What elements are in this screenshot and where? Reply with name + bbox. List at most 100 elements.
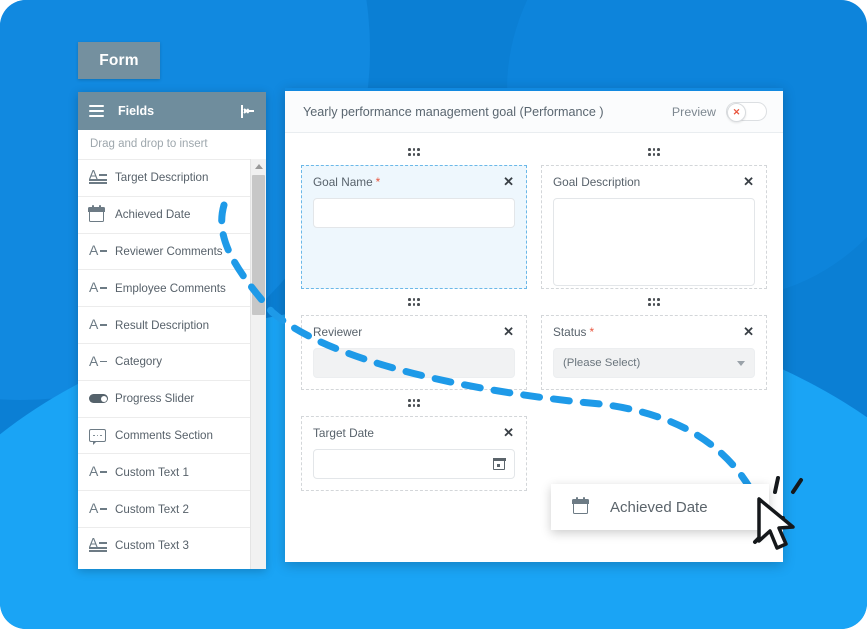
grid-dots-icon — [408, 399, 421, 407]
grid-dots-icon — [648, 298, 661, 306]
field-drag-handle[interactable] — [541, 289, 767, 315]
text-line-icon: A — [89, 280, 108, 295]
text-line-icon: A — [89, 464, 108, 479]
field-list-item[interactable]: A Custom Text 3 — [78, 526, 250, 564]
remove-field-button[interactable]: ✕ — [502, 175, 515, 188]
required-asterisk: * — [589, 325, 595, 339]
field-icon: A — [89, 464, 115, 479]
field-list-item[interactable]: A Category — [78, 342, 250, 380]
text-line-icon: A — [89, 243, 108, 258]
form-field-row: Target Date ✕ — [301, 416, 767, 491]
scroll-up-button[interactable] — [251, 159, 266, 174]
field-drag-handle[interactable] — [301, 289, 527, 315]
form-field-row: Reviewer ✕ Status * ✕ (Please Select) — [301, 315, 767, 390]
field-list-item[interactable]: A Result Description — [78, 306, 250, 343]
toggle-knob-close-icon: ✕ — [727, 102, 746, 122]
field-drag-handle[interactable] — [301, 139, 527, 165]
chevron-down-icon — [737, 360, 745, 366]
field-list-item[interactable]: A Reviewer Comments — [78, 232, 250, 270]
field-list-item[interactable]: A Custom Text 2 — [78, 490, 250, 527]
field-item-label: Result Description — [115, 318, 210, 332]
remove-field-button[interactable]: ✕ — [742, 175, 755, 188]
form-fields-area: Goal Name * ✕ Goal Description ✕ Reviewer ✕ Sta… — [285, 133, 783, 491]
field-icon — [89, 394, 115, 404]
drag-and-drop-hint: Drag and drop to insert — [78, 130, 266, 159]
hamburger-icon[interactable] — [89, 105, 104, 117]
field-item-label: Comments Section — [115, 428, 213, 442]
form-field[interactable]: Status * ✕ (Please Select) — [541, 315, 767, 390]
calendar-icon — [572, 497, 589, 514]
form-field-label: Target Date — [313, 426, 374, 440]
field-list-item[interactable]: A Target Description — [78, 159, 250, 196]
field-list-item[interactable]: Comments Section — [78, 416, 250, 454]
scrollbar-thumb[interactable] — [252, 175, 265, 315]
field-list-item[interactable]: A Custom Text 1 — [78, 453, 250, 491]
page-title: Yearly performance management goal (Perf… — [303, 104, 604, 119]
slider-icon — [89, 394, 108, 404]
form-card-header: Yearly performance management goal (Perf… — [285, 91, 783, 133]
field-item-label: Category — [115, 355, 163, 369]
fields-panel: Fields Drag and drop to insert A Target D… — [78, 92, 266, 569]
text-line-icon: A — [89, 354, 108, 369]
select-value: (Please Select) — [563, 357, 641, 369]
form-tab[interactable]: Form — [78, 42, 160, 79]
remove-field-button[interactable]: ✕ — [502, 426, 515, 439]
field-icon: A — [89, 280, 115, 295]
grid-dots-icon — [648, 148, 661, 156]
grid-dots-icon — [408, 148, 421, 156]
preview-toggle[interactable]: ✕ — [726, 102, 767, 122]
required-asterisk: * — [375, 175, 381, 189]
form-field[interactable]: Target Date ✕ — [301, 416, 527, 491]
field-item-label: Reviewer Comments — [115, 244, 223, 258]
grid-dots-icon — [408, 298, 421, 306]
fields-list-wrapper: A Target Description Achieved Date A Reviewe… — [78, 159, 266, 569]
date-input[interactable] — [313, 449, 515, 479]
form-field[interactable]: Goal Description ✕ — [541, 165, 767, 289]
collapse-left-icon[interactable] — [241, 104, 255, 118]
remove-field-button[interactable]: ✕ — [502, 325, 515, 338]
form-field-label: Goal Name * — [313, 175, 381, 189]
mouse-pointer-icon — [757, 497, 795, 550]
row-spacer — [541, 416, 767, 491]
remove-field-button[interactable]: ✕ — [742, 325, 755, 338]
form-row: Goal Name * ✕ Goal Description ✕ — [301, 139, 767, 289]
field-icon: A — [89, 536, 115, 554]
fields-list: A Target Description Achieved Date A Reviewe… — [78, 159, 250, 569]
fields-list-scrollbar[interactable] — [250, 159, 266, 569]
field-icon: A — [89, 243, 115, 258]
form-field-row: Goal Name * ✕ Goal Description ✕ — [301, 165, 767, 289]
text-area-icon: A — [89, 168, 108, 186]
form-field-label: Reviewer — [313, 325, 363, 339]
form-field-header: Reviewer ✕ — [313, 325, 515, 339]
field-item-label: Target Description — [115, 171, 209, 185]
form-field[interactable]: Goal Name * ✕ — [301, 165, 527, 289]
drag-preview-chip[interactable]: Achieved Date — [551, 484, 769, 530]
text-input[interactable] — [313, 198, 515, 228]
text-line-icon: A — [89, 501, 108, 516]
textarea-input[interactable] — [553, 198, 755, 286]
form-tab-label: Form — [99, 51, 139, 69]
drag-handle-row — [301, 139, 767, 165]
comment-icon — [89, 428, 106, 445]
field-drag-handle[interactable] — [301, 390, 527, 416]
form-field-label: Status * — [553, 325, 595, 339]
form-field[interactable]: Reviewer ✕ — [301, 315, 527, 390]
app-canvas: Form Fields Drag and drop to insert A Tar… — [0, 0, 867, 629]
calendar-icon[interactable] — [492, 458, 506, 470]
text-input[interactable] — [313, 348, 515, 378]
text-line-icon: A — [89, 317, 108, 332]
drag-handle-row — [301, 289, 767, 315]
form-field-header: Goal Description ✕ — [553, 175, 755, 189]
field-drag-handle[interactable] — [541, 139, 767, 165]
field-list-item[interactable]: Progress Slider — [78, 379, 250, 417]
select-input[interactable]: (Please Select) — [553, 348, 755, 378]
field-icon: A — [89, 168, 115, 186]
drag-chip-label: Achieved Date — [610, 498, 708, 516]
form-field-header: Target Date ✕ — [313, 426, 515, 440]
calendar-icon — [88, 204, 105, 222]
form-row: Reviewer ✕ Status * ✕ (Please Select) — [301, 289, 767, 390]
form-field-label: Goal Description — [553, 175, 641, 189]
preview-label: Preview — [671, 104, 716, 119]
field-list-item[interactable]: Achieved Date — [78, 195, 250, 233]
field-list-item[interactable]: A Employee Comments — [78, 269, 250, 307]
